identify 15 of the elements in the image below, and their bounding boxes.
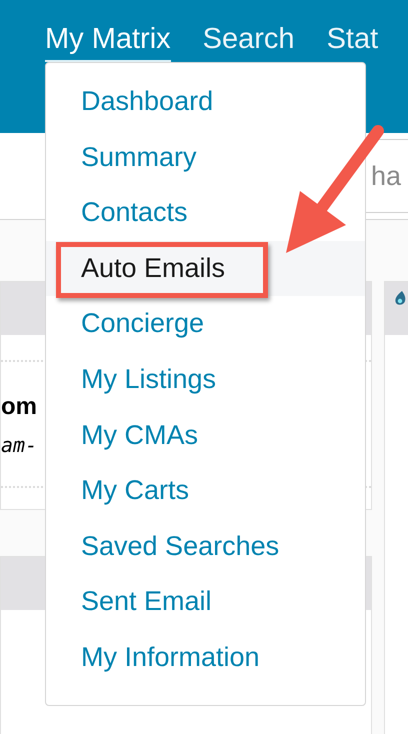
menu-item[interactable]: My CMAs: [46, 408, 365, 464]
menu-item[interactable]: My Listings: [46, 352, 365, 408]
menu-item[interactable]: Summary: [46, 130, 365, 186]
drop-icon: [393, 290, 407, 306]
menu-item[interactable]: My Information: [46, 630, 365, 686]
menu-item[interactable]: Concierge: [46, 296, 365, 352]
contact-detail: am-: [1, 432, 38, 458]
menu-item[interactable]: Saved Searches: [46, 518, 365, 574]
nav-link[interactable]: Search: [202, 0, 295, 62]
menu-item[interactable]: My Carts: [46, 463, 365, 519]
menu-item[interactable]: Dashboard: [46, 74, 365, 130]
menu-item[interactable]: Sent Email: [46, 574, 365, 630]
menu-item[interactable]: Contacts: [46, 185, 365, 241]
contact-email: om: [1, 392, 37, 422]
nav-link[interactable]: Stat: [326, 0, 378, 62]
